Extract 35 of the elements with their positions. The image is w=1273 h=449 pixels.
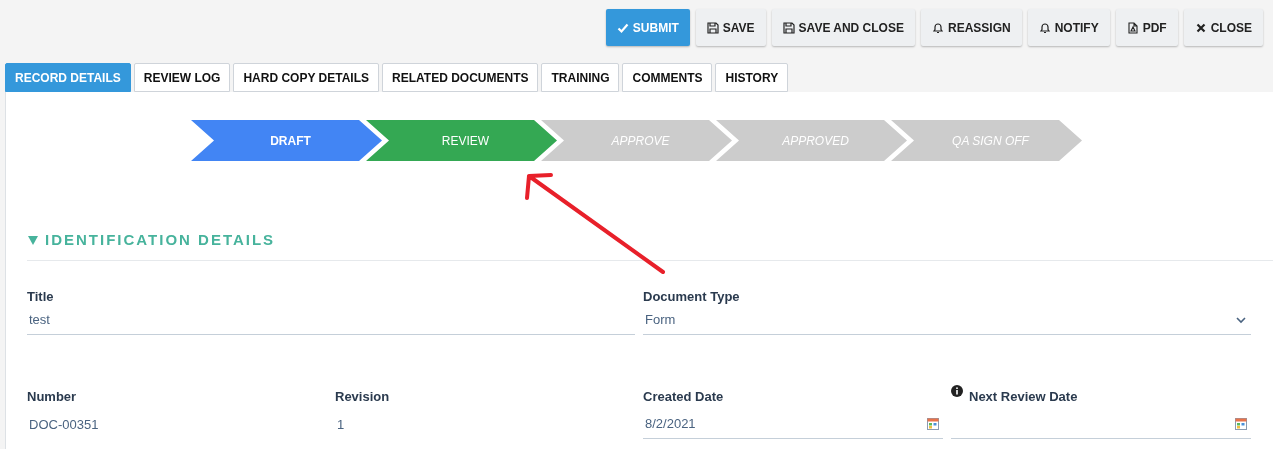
workflow-step: REVIEW <box>366 120 557 161</box>
collapse-triangle-icon <box>27 234 39 247</box>
bell-icon <box>931 21 944 34</box>
calendar-icon[interactable] <box>1235 418 1247 430</box>
calendar-icon[interactable] <box>927 418 939 430</box>
field-label: Document Type <box>643 287 740 306</box>
input-field[interactable]: 8/2/2021 <box>643 410 943 439</box>
close-icon <box>1194 21 1207 34</box>
toolbar-button[interactable]: PDF <box>1115 9 1178 46</box>
info-icon[interactable] <box>951 384 963 397</box>
chevron-down-icon <box>1235 314 1247 326</box>
document-type-dropdown[interactable]: Form <box>643 306 1251 335</box>
toolbar-button[interactable]: CLOSE <box>1183 9 1263 46</box>
field-label: Revision <box>335 387 390 406</box>
field-label: Next Review Date <box>969 387 1078 406</box>
field-label: Title <box>27 287 54 306</box>
input-field[interactable]: test <box>27 306 635 335</box>
toolbar-button[interactable]: REASSIGN <box>920 9 1022 46</box>
check-icon <box>616 21 629 34</box>
tab[interactable]: REVIEW LOG <box>133 63 231 92</box>
workflow-step: DRAFT <box>191 120 382 161</box>
field-value: 1 <box>336 415 346 434</box>
pdf-file-icon <box>1126 21 1139 34</box>
toolbar-button[interactable]: SAVE <box>695 9 766 46</box>
tab[interactable]: RELATED DOCUMENTS <box>382 63 539 92</box>
toolbar-button[interactable]: NOTIFY <box>1027 9 1110 46</box>
field-label: Created Date <box>643 387 724 406</box>
field-value: DOC-00351 <box>28 415 100 434</box>
bell-icon <box>1038 21 1051 34</box>
toolbar-button[interactable]: SAVE AND CLOSE <box>771 9 915 46</box>
tab[interactable]: HARD COPY DETAILS <box>233 63 380 92</box>
tab[interactable]: COMMENTS <box>622 63 713 92</box>
tab[interactable]: TRAINING <box>541 63 620 92</box>
field-label: Number <box>27 387 77 406</box>
tab[interactable]: HISTORY <box>715 63 789 92</box>
